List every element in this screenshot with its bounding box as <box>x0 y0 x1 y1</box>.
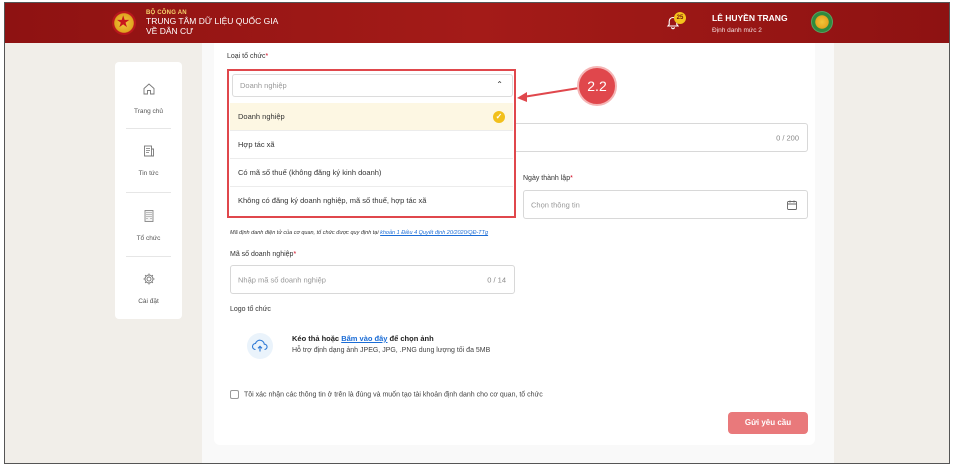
confirm-checkbox[interactable] <box>230 390 239 399</box>
org-type-label: Loại tổ chức* <box>227 53 269 60</box>
option-cooperative[interactable]: Hợp tác xã <box>230 131 513 159</box>
submit-button[interactable]: Gửi yêu cầu <box>728 412 808 434</box>
divider <box>126 192 171 193</box>
divider <box>126 128 171 129</box>
founding-date-placeholder: Chọn thông tin <box>531 200 580 209</box>
user-level: Định danh mức 2 <box>712 27 762 34</box>
option-tax-code-only[interactable]: Có mã số thuế (không đăng ký kinh doanh) <box>230 159 513 187</box>
home-icon <box>143 83 154 95</box>
notification-badge: 25 <box>674 12 686 24</box>
logo-label: Logo tổ chức <box>230 306 271 313</box>
calendar-icon <box>787 200 797 210</box>
police-emblem-icon: ★ <box>112 11 136 35</box>
sidebar-item-home[interactable]: Trang chủ <box>115 72 182 132</box>
upload-hint: Hỗ trợ định dạng ảnh JPEG, JPG, .PNG dun… <box>292 347 491 354</box>
sidebar: Trang chủ Tin tức Tổ chức Cài đặt <box>115 62 182 319</box>
org-type-select[interactable]: Doanh nghiệp ⌃ <box>232 74 513 97</box>
sidebar-item-label: Trang chủ <box>133 108 164 115</box>
sidebar-item-label: Tổ chức <box>136 235 161 242</box>
biz-code-label: Mã số doanh nghiệp* <box>230 251 297 258</box>
news-icon <box>143 145 154 157</box>
top-header: ★ BỘ CÔNG AN TRUNG TÂM DỮ LIỆU QUỐC GIA … <box>5 3 949 43</box>
founding-date-picker[interactable]: Chọn thông tin <box>523 190 808 219</box>
gear-icon <box>143 273 154 285</box>
org-name-line1: TRUNG TÂM DỮ LIỆU QUỐC GIA <box>146 16 279 26</box>
sidebar-item-organization[interactable]: Tổ chức <box>115 199 182 259</box>
sidebar-item-news[interactable]: Tin tức <box>115 134 182 194</box>
biz-code-input[interactable]: Nhập mã số doanh nghiệp 0 / 14 <box>230 265 515 294</box>
check-icon: ✓ <box>493 111 505 123</box>
divider <box>126 256 171 257</box>
step-callout: 2.2 <box>577 66 617 106</box>
chevron-up-icon: ⌃ <box>496 80 503 89</box>
founding-date-label: Ngày thành lập* <box>523 175 573 182</box>
org-name-line2: VỀ DÂN CƯ <box>146 26 194 36</box>
avatar[interactable] <box>811 11 833 33</box>
identifier-note: Mã định danh điện tử của cơ quan, tổ chứ… <box>230 230 489 236</box>
option-enterprise[interactable]: Doanh nghiệp ✓ <box>230 103 513 131</box>
confirm-text: Tôi xác nhận các thông tin ở trên là đún… <box>244 391 543 399</box>
confirm-row[interactable]: Tôi xác nhận các thông tin ở trên là đún… <box>230 390 543 399</box>
upload-instruction: Kéo thả hoặc Bấm vào đây để chọn ảnh <box>292 334 434 343</box>
callout-arrow-icon <box>517 87 580 102</box>
sidebar-item-label: Tin tức <box>138 170 159 177</box>
org-name-input[interactable]: 0 / 200 <box>495 123 808 152</box>
sidebar-item-settings[interactable]: Cài đặt <box>115 262 182 322</box>
cloud-upload-icon <box>252 339 268 352</box>
org-name-counter: 0 / 200 <box>776 133 799 142</box>
biz-code-placeholder: Nhập mã số doanh nghiệp <box>238 275 326 284</box>
regulation-link[interactable]: khoản 1 Điều 4 Quyết định 20/2020/QĐ-TTg <box>380 230 488 236</box>
sidebar-item-label: Cài đặt <box>138 298 159 305</box>
user-name[interactable]: LÊ HUYỀN TRANG <box>712 13 788 23</box>
org-type-dropdown: Doanh nghiệp ⌃ Doanh nghiệp ✓ Hợp tác xã… <box>227 69 516 218</box>
app-window: ★ BỘ CÔNG AN TRUNG TÂM DỮ LIỆU QUỐC GIA … <box>4 2 950 464</box>
upload-link[interactable]: Bấm vào đây <box>341 334 387 343</box>
upload-dropzone[interactable] <box>247 333 273 359</box>
biz-code-counter: 0 / 14 <box>487 275 506 284</box>
building-icon <box>144 210 153 222</box>
option-no-registration[interactable]: Không có đăng ký doanh nghiệp, mã số thu… <box>230 187 513 215</box>
org-type-placeholder: Doanh nghiệp <box>240 81 287 90</box>
